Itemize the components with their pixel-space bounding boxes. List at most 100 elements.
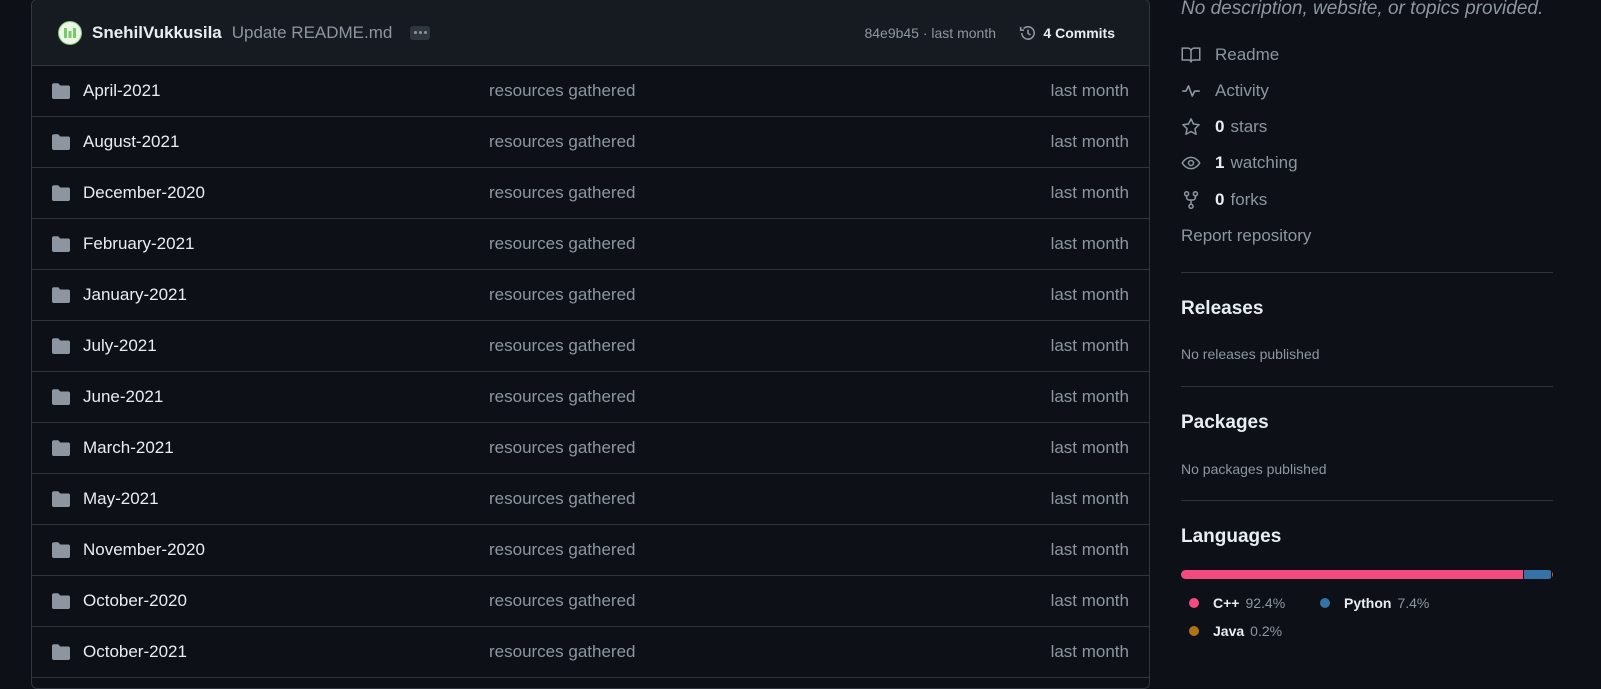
folder-icon (51, 82, 71, 105)
languages-title: Languages (1181, 526, 1282, 547)
file-commit-message-link[interactable]: resources gathered (489, 285, 635, 305)
divider (1181, 500, 1553, 501)
folder-icon (51, 133, 71, 156)
language-percent: 7.4% (1397, 595, 1430, 611)
file-commit-message-link[interactable]: resources gathered (489, 591, 635, 611)
file-row[interactable]: December-2020 resources gathered last mont… (32, 168, 1149, 219)
commits-history-link[interactable]: 4 Commits (1019, 24, 1115, 42)
file-name-link[interactable]: November-2020 (83, 540, 205, 560)
language-color-dot (1189, 598, 1199, 608)
releases-empty-text: No releases published (1181, 346, 1320, 362)
file-commit-message-link[interactable]: resources gathered (489, 540, 635, 560)
languages-bar (1181, 570, 1553, 579)
file-name-link[interactable]: April-2021 (83, 81, 161, 101)
file-row[interactable]: June-2021 resources gathered last month (32, 372, 1149, 423)
file-commit-age: last month (1050, 336, 1129, 355)
commit-author-link[interactable]: SnehilVukkusila (92, 23, 222, 43)
folder-icon (51, 541, 71, 564)
language-item-python[interactable]: Python 7.4% (1320, 595, 1429, 611)
stars-count: 0 (1215, 117, 1225, 136)
file-name-link[interactable]: June-2021 (83, 387, 163, 407)
folder-icon (51, 388, 71, 411)
packages-title[interactable]: Packages (1181, 412, 1269, 434)
language-bar-segment (1181, 570, 1523, 579)
history-icon (1020, 25, 1036, 40)
forks-link[interactable]: 0 forks (1181, 190, 1267, 210)
file-list-box: SnehilVukkusila Update README.md 84e9b45… (31, 0, 1150, 689)
commit-message-link[interactable]: Update README.md (232, 23, 393, 43)
file-row[interactable]: July-2021 resources gathered last month (32, 321, 1149, 372)
language-bar-segment (1523, 570, 1552, 579)
stars-link[interactable]: 0 stars (1181, 117, 1267, 137)
book-icon (1181, 47, 1201, 63)
file-commit-message-link[interactable]: resources gathered (489, 234, 635, 254)
file-name-link[interactable]: May-2021 (83, 489, 159, 509)
file-commit-message-link[interactable]: resources gathered (489, 489, 635, 509)
fork-icon (1183, 190, 1199, 209)
commits-count-label: 4 Commits (1043, 24, 1115, 41)
language-percent: 92.4% (1245, 595, 1286, 611)
file-commit-message-link[interactable]: resources gathered (489, 183, 635, 203)
folder-icon (51, 184, 71, 207)
file-row[interactable]: October-2020 resources gathered last month (32, 576, 1149, 627)
file-commit-age: last month (1050, 642, 1129, 661)
file-row[interactable]: August-2021 resources gathered last month (32, 117, 1149, 168)
file-row[interactable]: January-2021 resources gathered last month (32, 270, 1149, 321)
file-commit-age: last month (1050, 591, 1129, 610)
eye-icon (1181, 156, 1201, 170)
file-name-link[interactable]: August-2021 (83, 132, 179, 152)
language-name: C++ (1213, 595, 1240, 611)
language-bar-segment (1552, 570, 1553, 579)
file-commit-message-link[interactable]: resources gathered (489, 438, 635, 458)
releases-title[interactable]: Releases (1181, 298, 1263, 320)
avatar[interactable] (58, 20, 82, 45)
divider (1181, 386, 1553, 387)
file-row[interactable]: March-2021 resources gathered last month (32, 423, 1149, 474)
file-row[interactable]: October-2021 resources gathered last month (32, 627, 1149, 678)
readme-link[interactable]: Readme (1181, 45, 1279, 65)
file-commit-message-link[interactable]: resources gathered (489, 642, 635, 662)
activity-label: Activity (1215, 81, 1269, 100)
about-description: No description, website, or topics provi… (1181, 0, 1544, 19)
file-name-link[interactable]: December-2020 (83, 183, 205, 203)
report-repository-link[interactable]: Report repository (1181, 226, 1311, 246)
packages-empty-text: No packages published (1181, 461, 1327, 477)
watching-link[interactable]: 1 watching (1181, 153, 1298, 173)
commit-expand-button[interactable] (410, 25, 431, 40)
divider (1181, 272, 1553, 273)
file-commit-age: last month (1050, 540, 1129, 559)
file-commit-age: last month (1050, 183, 1129, 202)
language-item-java[interactable]: Java 0.2% (1189, 623, 1282, 639)
folder-icon (51, 439, 71, 462)
stars-label: stars (1230, 117, 1268, 136)
file-commit-message-link[interactable]: resources gathered (489, 81, 635, 101)
file-commit-message-link[interactable]: resources gathered (489, 336, 635, 356)
folder-icon (51, 592, 71, 615)
language-percent: 0.2% (1250, 623, 1283, 639)
folder-icon (51, 235, 71, 258)
folder-icon (51, 286, 71, 309)
file-row[interactable]: April-2021 resources gathered last month (32, 66, 1149, 117)
watching-label: watching (1230, 153, 1298, 172)
file-commit-age: last month (1050, 81, 1129, 100)
language-name: Java (1213, 623, 1245, 639)
file-commit-age: last month (1050, 132, 1129, 151)
commit-hash-time[interactable]: 84e9b45 · last month (864, 25, 996, 41)
file-name-link[interactable]: October-2020 (83, 591, 187, 611)
forks-count: 0 (1215, 190, 1225, 209)
file-commit-message-link[interactable]: resources gathered (489, 132, 635, 152)
file-row[interactable]: May-2021 resources gathered last month (32, 474, 1149, 525)
file-name-link[interactable]: October-2021 (83, 642, 187, 662)
activity-link[interactable]: Activity (1181, 81, 1269, 101)
file-name-link[interactable]: January-2021 (83, 285, 187, 305)
file-commit-message-link[interactable]: resources gathered (489, 387, 635, 407)
watching-count: 1 (1215, 153, 1225, 172)
file-name-link[interactable]: July-2021 (83, 336, 157, 356)
file-rows: April-2021 resources gathered last month Au… (32, 66, 1149, 678)
file-name-link[interactable]: March-2021 (83, 438, 174, 458)
language-item-cpp[interactable]: C++ 92.4% (1189, 595, 1285, 611)
file-name-link[interactable]: February-2021 (83, 234, 195, 254)
file-row[interactable]: November-2020 resources gathered last mont… (32, 525, 1149, 576)
file-row[interactable]: February-2021 resources gathered last mont… (32, 219, 1149, 270)
avatar-identicon-icon (64, 27, 76, 38)
